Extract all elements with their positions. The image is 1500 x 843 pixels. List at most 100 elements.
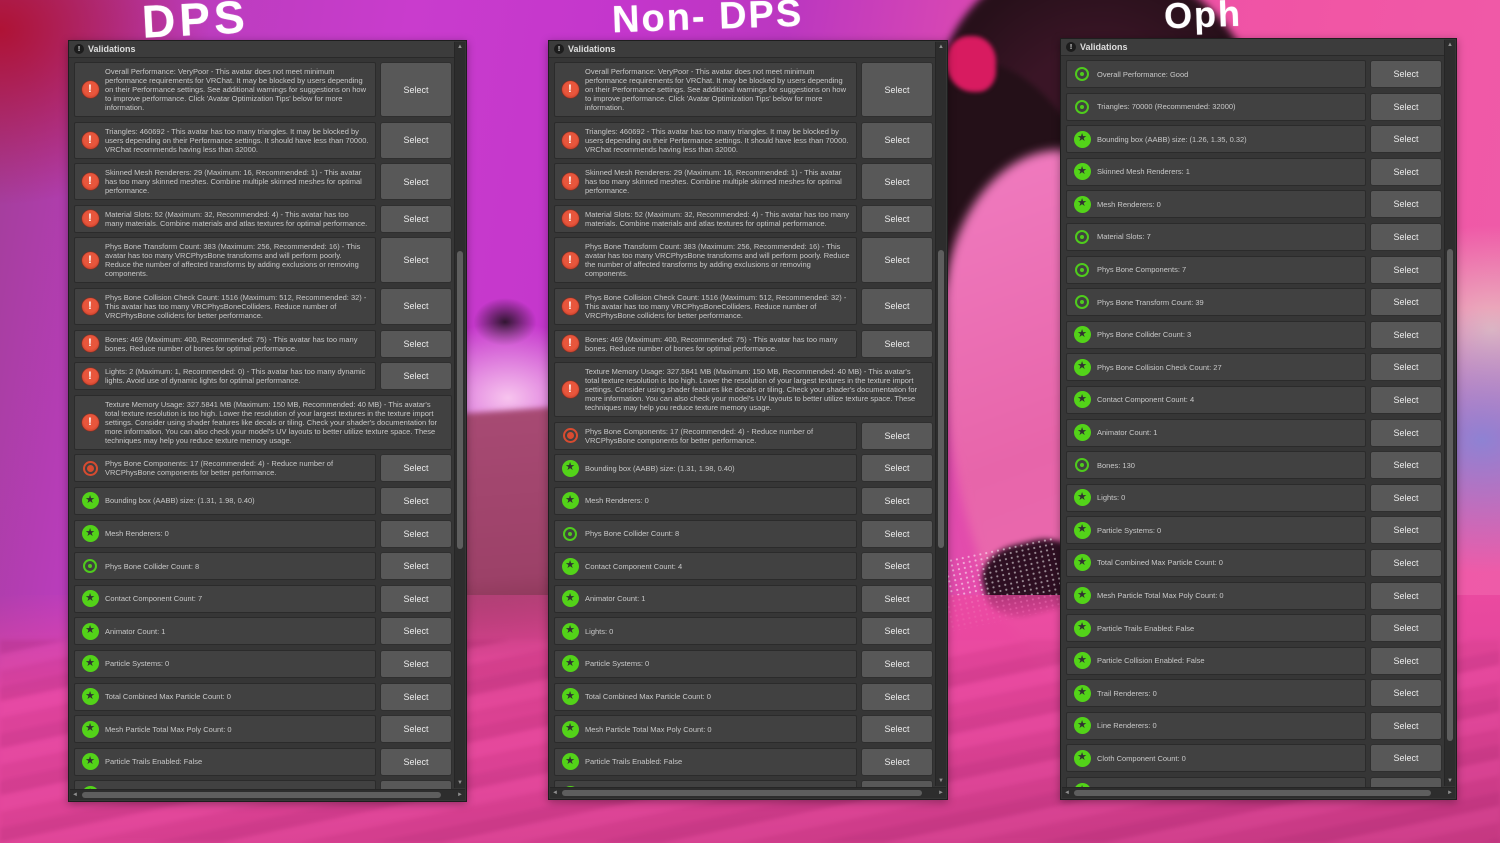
validation-message[interactable]: Material Slots: 52 (Maximum: 32, Recomme… <box>554 204 857 233</box>
select-button[interactable]: Select <box>861 584 933 613</box>
validation-message[interactable]: Mesh Particle Total Max Poly Count: 0 <box>554 715 857 744</box>
validation-message[interactable]: Animator Count: 1 <box>1066 418 1366 447</box>
validation-message[interactable]: Phys Bone Collision Check Count: 1516 (M… <box>554 287 857 325</box>
validation-message[interactable]: Phys Bone Components: 7 <box>1066 255 1366 284</box>
select-button[interactable]: Select <box>380 362 452 391</box>
select-button[interactable]: Select <box>1370 222 1442 251</box>
scroll-down-icon[interactable] <box>455 778 465 788</box>
select-button[interactable]: Select <box>1370 483 1442 512</box>
scroll-left-icon[interactable] <box>70 790 80 800</box>
horizontal-scrollbar-thumb[interactable] <box>1074 790 1431 796</box>
validation-message[interactable]: Overall Performance: VeryPoor - This ava… <box>554 62 857 117</box>
select-button[interactable]: Select <box>861 715 933 744</box>
validation-message[interactable]: Mesh Renderers: 0 <box>1066 190 1366 219</box>
select-button[interactable]: Select <box>861 780 933 787</box>
validation-message[interactable]: Particle Systems: 0 <box>74 649 376 678</box>
validation-message[interactable]: Particle Trails Enabled: False <box>1066 614 1366 643</box>
select-button[interactable]: Select <box>1370 581 1442 610</box>
select-button[interactable]: Select <box>1370 516 1442 545</box>
select-button[interactable]: Select <box>1370 679 1442 708</box>
validation-message[interactable]: Particle Trails Enabled: False <box>554 747 857 776</box>
select-button[interactable]: Select <box>1370 125 1442 154</box>
validation-message[interactable]: Particle Systems: 0 <box>1066 516 1366 545</box>
select-button[interactable]: Select <box>861 552 933 581</box>
select-button[interactable]: Select <box>1370 60 1442 88</box>
select-button[interactable]: Select <box>1370 353 1442 382</box>
select-button[interactable]: Select <box>380 287 452 325</box>
validation-message[interactable]: Skinned Mesh Renderers: 1 <box>1066 157 1366 186</box>
validation-message[interactable]: Particle Collision Enabled: False <box>1066 646 1366 675</box>
vertical-scrollbar[interactable] <box>454 42 465 788</box>
select-button[interactable]: Select <box>861 649 933 678</box>
select-button[interactable]: Select <box>861 287 933 325</box>
select-button[interactable]: Select <box>380 747 452 776</box>
validation-message[interactable]: Bones: 469 (Maximum: 400, Recommended: 7… <box>74 329 376 358</box>
validation-message[interactable]: Skinned Mesh Renderers: 29 (Maximum: 16,… <box>554 163 857 201</box>
select-button[interactable]: Select <box>861 617 933 646</box>
horizontal-scrollbar[interactable] <box>1062 787 1455 798</box>
window-titlebar[interactable]: Validations <box>69 41 454 58</box>
scroll-right-icon[interactable] <box>455 790 465 800</box>
scroll-up-icon[interactable] <box>936 42 946 52</box>
select-button[interactable]: Select <box>861 204 933 233</box>
select-button[interactable]: Select <box>1370 451 1442 480</box>
validation-message[interactable]: Phys Bone Collider Count: 8 <box>554 519 857 548</box>
select-button[interactable]: Select <box>1370 711 1442 740</box>
select-button[interactable]: Select <box>380 204 452 233</box>
validation-message[interactable]: Particle Collision Enabled: False <box>74 780 376 789</box>
validation-message[interactable]: Mesh Particle Total Max Poly Count: 0 <box>1066 581 1366 610</box>
select-button[interactable]: Select <box>380 584 452 613</box>
select-button[interactable]: Select <box>1370 255 1442 284</box>
horizontal-scrollbar[interactable] <box>70 789 465 800</box>
validation-message[interactable]: Particle Collision Enabled: False <box>554 780 857 787</box>
select-button[interactable]: Select <box>1370 157 1442 186</box>
validation-message[interactable]: Mesh Particle Total Max Poly Count: 0 <box>74 715 376 744</box>
validation-message[interactable]: Line Renderers: 0 <box>1066 711 1366 740</box>
vertical-scrollbar-thumb[interactable] <box>1447 248 1453 742</box>
select-button[interactable]: Select <box>1370 614 1442 643</box>
validation-message[interactable]: Triangles: 460692 - This avatar has too … <box>554 121 857 159</box>
validation-message[interactable]: Animator Count: 1 <box>74 617 376 646</box>
vertical-scrollbar-thumb[interactable] <box>938 250 944 548</box>
validation-message[interactable]: Phys Bone Transform Count: 383 (Maximum:… <box>554 237 857 284</box>
select-button[interactable]: Select <box>861 519 933 548</box>
validation-message[interactable]: Phys Bone Collider Count: 8 <box>74 552 376 581</box>
validation-message[interactable]: Phys Bone Collision Check Count: 1516 (M… <box>74 287 376 325</box>
validation-message[interactable]: Phys Bone Transform Count: 383 (Maximum:… <box>74 237 376 284</box>
select-button[interactable]: Select <box>1370 418 1442 447</box>
scroll-left-icon[interactable] <box>1062 788 1072 798</box>
select-button[interactable]: Select <box>380 454 452 483</box>
validation-message[interactable]: Phys Bone Components: 17 (Recommended: 4… <box>74 454 376 483</box>
validation-message[interactable]: Bones: 469 (Maximum: 400, Recommended: 7… <box>554 329 857 358</box>
validation-message[interactable]: Lights: 0 <box>554 617 857 646</box>
select-button[interactable]: Select <box>1370 320 1442 349</box>
validation-message[interactable]: Lights: 0 <box>1066 483 1366 512</box>
select-button[interactable]: Select <box>861 682 933 711</box>
validation-message[interactable]: Material Slots: 52 (Maximum: 32, Recomme… <box>74 204 376 233</box>
scroll-right-icon[interactable] <box>936 788 946 798</box>
validation-message[interactable]: Triangles: 460692 - This avatar has too … <box>74 121 376 159</box>
select-button[interactable]: Select <box>861 62 933 117</box>
select-button[interactable]: Select <box>380 780 452 789</box>
validation-message[interactable]: Bounding box (AABB) size: (1.31, 1.98, 0… <box>74 486 376 515</box>
select-button[interactable]: Select <box>1370 92 1442 121</box>
select-button[interactable]: Select <box>1370 385 1442 414</box>
validation-message[interactable]: Bounding box (AABB) size: (1.26, 1.35, 0… <box>1066 125 1366 154</box>
validation-message[interactable]: Bounding box (AABB) size: (1.31, 1.98, 0… <box>554 454 857 483</box>
select-button[interactable]: Select <box>380 62 452 117</box>
select-button[interactable]: Select <box>861 454 933 483</box>
select-button[interactable]: Select <box>380 329 452 358</box>
select-button[interactable]: Select <box>1370 288 1442 317</box>
select-button[interactable]: Select <box>861 121 933 159</box>
validation-message[interactable]: Bones: 130 <box>1066 451 1366 480</box>
select-button[interactable]: Select <box>861 163 933 201</box>
select-button[interactable]: Select <box>861 486 933 515</box>
select-button[interactable]: Select <box>380 486 452 515</box>
select-button[interactable]: Select <box>1370 646 1442 675</box>
select-button[interactable]: Select <box>380 682 452 711</box>
validation-message[interactable]: Total Combined Max Particle Count: 0 <box>74 682 376 711</box>
validation-message[interactable]: Contact Component Count: 4 <box>554 552 857 581</box>
select-button[interactable]: Select <box>1370 548 1442 577</box>
scroll-left-icon[interactable] <box>550 788 560 798</box>
validation-message[interactable]: Particle Trails Enabled: False <box>74 747 376 776</box>
